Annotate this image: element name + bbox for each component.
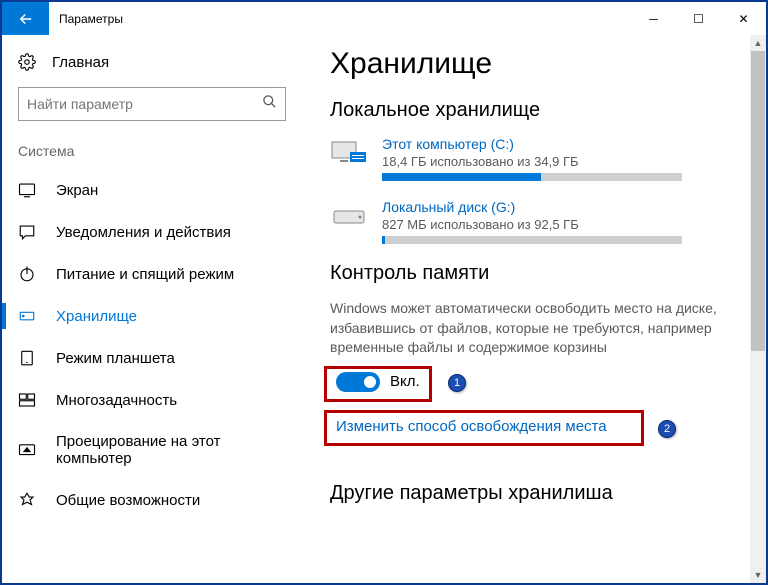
other-storage-heading: Другие параметры хранилиша [330, 482, 738, 505]
back-button[interactable] [2, 2, 49, 35]
drive-usage: 827 МБ использовано из 92,5 ГБ [382, 217, 682, 232]
drive-c[interactable]: Этот компьютер (C:) 18,4 ГБ использовано… [330, 136, 738, 181]
nav-label: Экран [56, 182, 98, 199]
drive-usage: 18,4 ГБ использовано из 34,9 ГБ [382, 154, 682, 169]
drive-name: Локальный диск (G:) [382, 199, 682, 215]
nav-label: Режим планшета [56, 350, 175, 367]
drive-g[interactable]: Локальный диск (G:) 827 МБ использовано … [330, 199, 738, 244]
main-content: Хранилище Локальное хранилище Этот компь… [302, 35, 766, 583]
page-title: Хранилище [330, 47, 738, 81]
annotation-badge-1: 1 [448, 374, 466, 392]
sidebar: Главная Система Экран Уведомления и дейс… [2, 35, 302, 583]
pc-drive-icon [330, 138, 368, 168]
nav-label: Питание и спящий режим [56, 266, 234, 283]
drive-name: Этот компьютер (C:) [382, 136, 682, 152]
maximize-button[interactable]: ☐ [676, 2, 721, 35]
storage-icon [18, 307, 36, 325]
multitask-icon [18, 391, 36, 409]
display-icon [18, 181, 36, 199]
toggle-label: Вкл. [390, 373, 420, 390]
home-nav[interactable]: Главная [2, 47, 302, 81]
annotation-badge-2: 2 [658, 420, 676, 438]
gear-icon [18, 53, 36, 71]
nav-tablet[interactable]: Режим планшета [2, 337, 302, 379]
storage-sense-toggle[interactable]: Вкл. [330, 368, 426, 396]
scroll-down-icon[interactable]: ▼ [750, 567, 766, 583]
storage-sense-description: Windows может автоматически освободить м… [330, 299, 730, 358]
nav-label: Общие возможности [56, 492, 200, 509]
scrollbar[interactable]: ▲ ▼ [750, 35, 766, 583]
hdd-icon [330, 201, 368, 231]
nav-label: Проецирование на этот компьютер [56, 433, 286, 467]
power-icon [18, 265, 36, 283]
nav-label: Многозадачность [56, 392, 177, 409]
notifications-icon [18, 223, 36, 241]
window-title: Параметры [49, 2, 123, 35]
close-button[interactable]: ✕ [721, 2, 766, 35]
nav-multitask[interactable]: Многозадачность [2, 379, 302, 421]
home-label: Главная [52, 54, 109, 71]
scroll-up-icon[interactable]: ▲ [750, 35, 766, 51]
section-label: Система [2, 135, 302, 169]
drive-bar [382, 236, 682, 244]
nav-shared[interactable]: Общие возможности [2, 479, 302, 521]
minimize-button[interactable]: ─ [631, 2, 676, 35]
nav-display[interactable]: Экран [2, 169, 302, 211]
nav-label: Хранилище [56, 308, 137, 325]
local-storage-heading: Локальное хранилище [330, 99, 738, 122]
toggle-switch-icon [336, 372, 380, 392]
search-input[interactable] [27, 96, 252, 112]
nav-label: Уведомления и действия [56, 224, 231, 241]
drive-bar [382, 173, 682, 181]
change-free-up-link[interactable]: Изменить способ освобождения места [330, 414, 613, 439]
search-icon [262, 94, 277, 114]
nav-storage[interactable]: Хранилище [2, 295, 302, 337]
storage-sense-heading: Контроль памяти [330, 262, 738, 285]
nav-projecting[interactable]: Проецирование на этот компьютер [2, 421, 302, 479]
search-box[interactable] [18, 87, 286, 121]
shared-icon [18, 491, 36, 509]
projecting-icon [18, 441, 36, 459]
nav-notifications[interactable]: Уведомления и действия [2, 211, 302, 253]
scroll-thumb[interactable] [751, 51, 765, 351]
tablet-icon [18, 349, 36, 367]
nav-power[interactable]: Питание и спящий режим [2, 253, 302, 295]
